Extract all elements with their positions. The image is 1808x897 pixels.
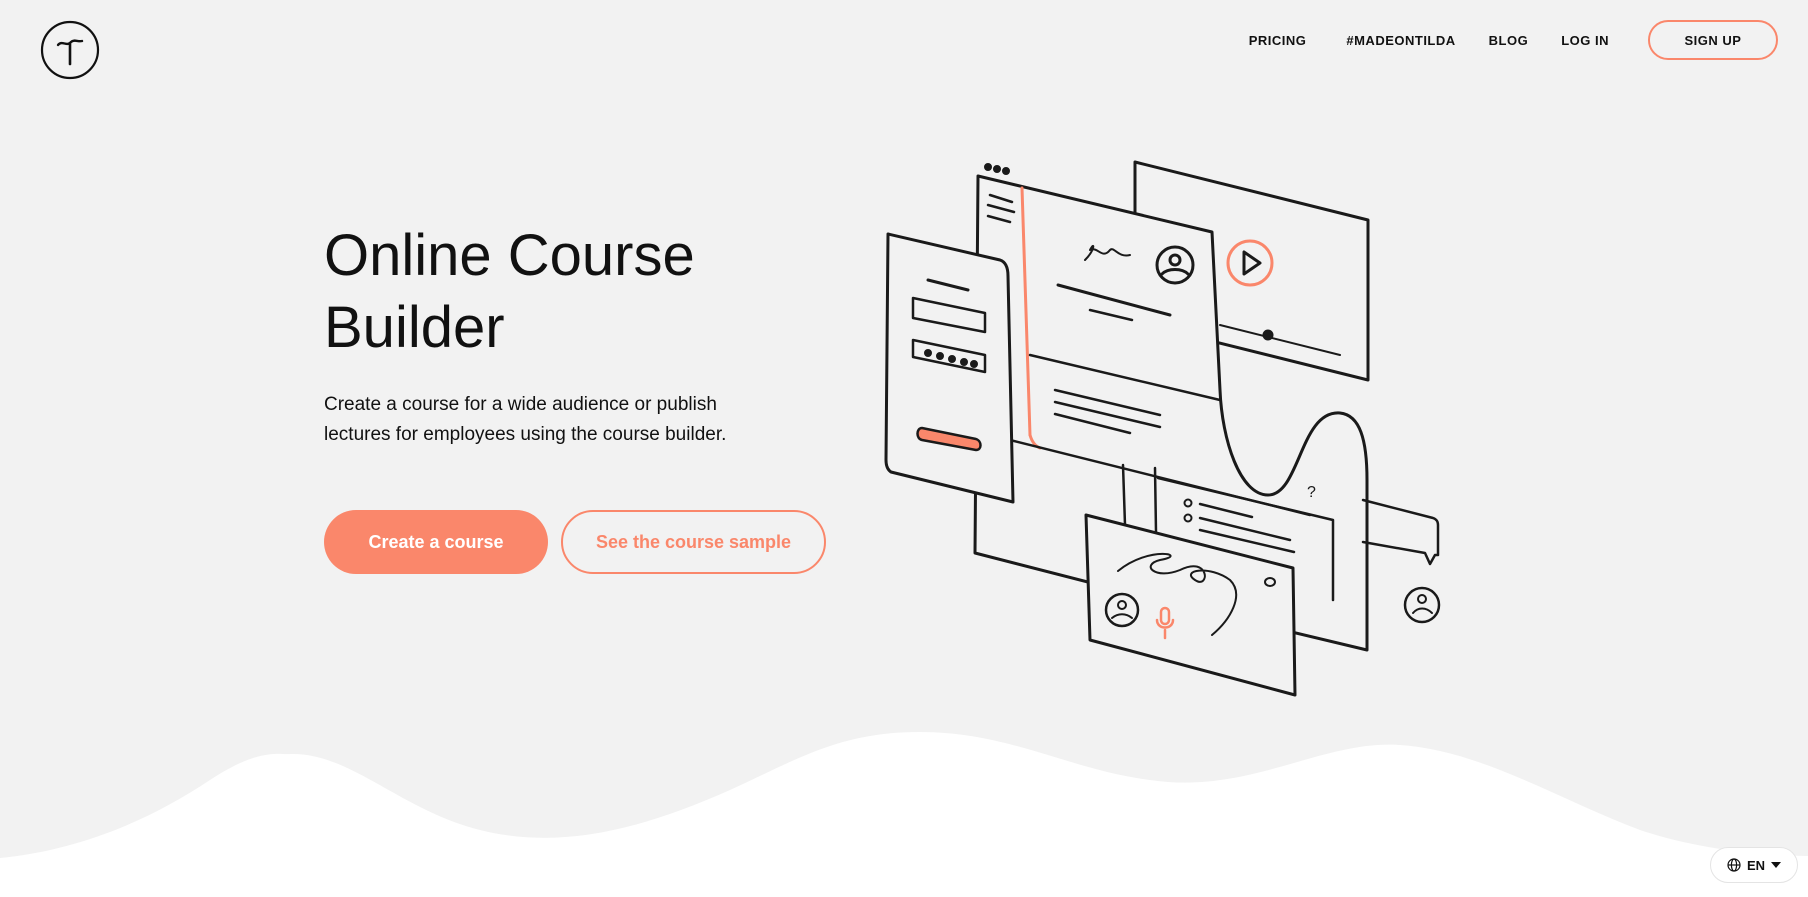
top-navigation: PRICING #MADEONTILDA BLOG LOG IN SIGN UP — [1249, 20, 1778, 60]
globe-icon — [1727, 858, 1741, 872]
create-course-button[interactable]: Create a course — [324, 510, 548, 574]
nav-pricing[interactable]: PRICING — [1249, 33, 1307, 48]
quiz-question-mark: ? — [1307, 484, 1316, 501]
signup-button[interactable]: SIGN UP — [1648, 20, 1778, 60]
menu-dots-icon — [984, 163, 1010, 175]
hero-title: Online Course Builder — [324, 223, 695, 360]
tilda-logo[interactable] — [40, 20, 100, 80]
language-selector[interactable]: EN — [1710, 847, 1798, 883]
see-course-sample-button[interactable]: See the course sample — [561, 510, 826, 574]
chevron-down-icon — [1771, 862, 1782, 868]
bottom-wave — [0, 732, 1808, 897]
course-builder-illustration: ? — [884, 160, 1441, 697]
nav-login[interactable]: LOG IN — [1561, 33, 1609, 48]
nav-madeontilda[interactable]: #MADEONTILDA — [1346, 33, 1455, 48]
hero-description: Create a course for a wide audience or p… — [324, 394, 727, 445]
nav-blog[interactable]: BLOG — [1489, 33, 1529, 48]
language-code: EN — [1746, 857, 1766, 873]
